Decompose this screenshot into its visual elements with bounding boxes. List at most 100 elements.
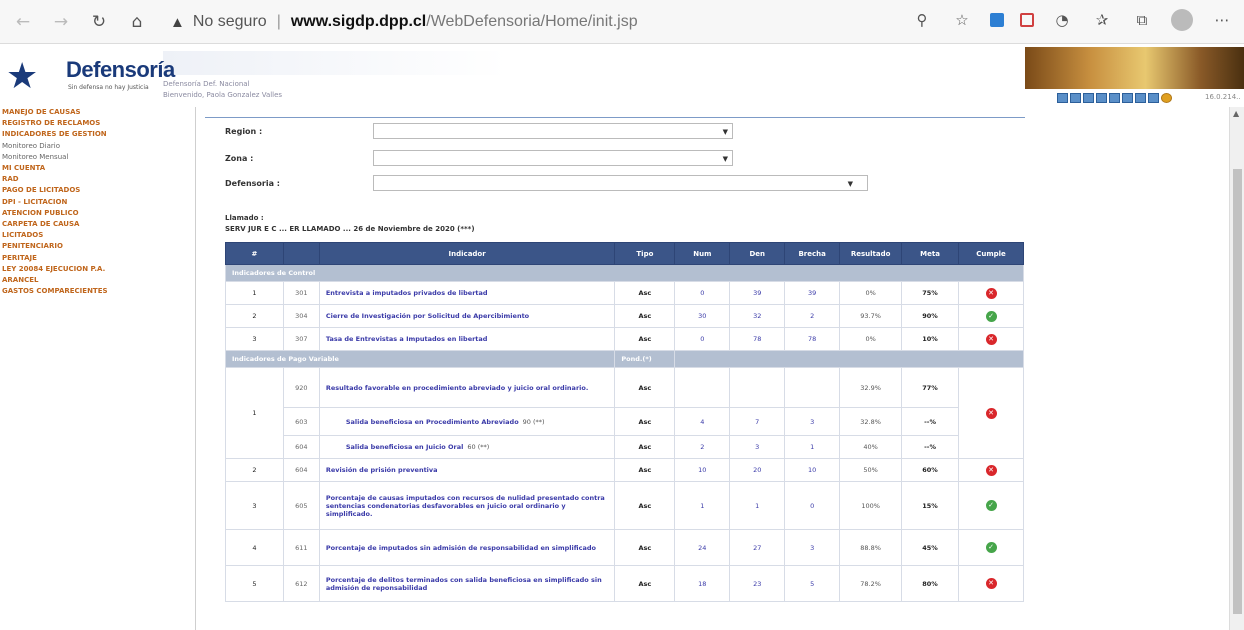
tool-edit-icon[interactable]	[1083, 93, 1094, 103]
den-cell[interactable]: 23	[729, 565, 786, 602]
sidebar-item[interactable]: LEY 20084 EJECUCION P.A.	[0, 264, 192, 275]
scroll-up-icon[interactable]: ▲	[1233, 109, 1239, 118]
den-cell[interactable]: 27	[729, 529, 786, 566]
brecha-cell-text[interactable]: 1	[810, 443, 814, 451]
num-cell[interactable]: 18	[674, 565, 731, 602]
favorite-star-icon[interactable]: ☆	[950, 8, 974, 32]
brecha-cell-text[interactable]: 3	[810, 418, 814, 426]
tool-user-icon[interactable]	[1135, 93, 1146, 103]
sidebar-item[interactable]: Monitoreo Mensual	[0, 152, 192, 163]
defensoria-logo[interactable]: ★ Defensoría Sin defensa no hay Justicia	[4, 51, 175, 101]
num-cell-text[interactable]: 24	[698, 544, 706, 552]
den-cell-text[interactable]: 23	[753, 580, 761, 588]
num-cell[interactable]: 0	[674, 281, 731, 305]
num-cell[interactable]: 10	[674, 458, 731, 482]
den-cell[interactable]: 32	[729, 304, 786, 328]
num-cell-text[interactable]: 10	[698, 466, 706, 474]
indicator-name-text[interactable]: Revisión de prisión preventiva	[326, 466, 438, 474]
tool-home-icon[interactable]	[1057, 93, 1068, 103]
brecha-cell[interactable]: 3	[784, 529, 841, 566]
refresh-icon[interactable]: ↻	[84, 7, 114, 37]
brecha-cell-text[interactable]: 10	[808, 466, 816, 474]
zoom-icon[interactable]: ⚲	[910, 8, 934, 32]
num-cell[interactable]: 30	[674, 304, 731, 328]
indicator-name[interactable]: Porcentaje de causas imputados con recur…	[318, 481, 616, 530]
page-scrollbar[interactable]: ▲	[1229, 107, 1244, 630]
tool-mail-icon[interactable]	[1122, 93, 1133, 103]
indicator-name[interactable]: Entrevista a imputados privados de liber…	[318, 281, 616, 305]
security-label[interactable]: No seguro	[193, 13, 267, 31]
indicator-name[interactable]: Porcentaje de delitos terminados con sal…	[318, 565, 616, 602]
brecha-cell-text[interactable]: 78	[808, 335, 816, 343]
defensoria-select[interactable]: ▼	[373, 175, 868, 191]
den-cell-text[interactable]: 3	[755, 443, 759, 451]
sidebar-item[interactable]: Monitoreo Diario	[0, 141, 192, 152]
zona-select[interactable]: ▼	[373, 150, 733, 166]
sidebar-item[interactable]: RAD	[0, 174, 192, 185]
indicator-name[interactable]: Resultado favorable en procedimiento abr…	[318, 367, 616, 408]
indicator-name-text[interactable]: Tasa de Entrevistas a Imputados en liber…	[326, 335, 488, 343]
back-icon[interactable]: ←	[8, 7, 38, 37]
num-cell-text[interactable]: 30	[698, 312, 706, 320]
tool-logout-icon[interactable]	[1148, 93, 1159, 103]
tool-browser-icon[interactable]	[1161, 93, 1172, 103]
indicator-name-text[interactable]: Entrevista a imputados privados de liber…	[326, 289, 488, 297]
brecha-cell-text[interactable]: 39	[808, 289, 816, 297]
indicator-name-text[interactable]: Resultado favorable en procedimiento abr…	[326, 384, 588, 392]
den-cell[interactable]: 20	[729, 458, 786, 482]
num-cell[interactable]: 0	[674, 327, 731, 351]
sidebar-item[interactable]: PAGO DE LICITADOS	[0, 185, 192, 196]
avatar[interactable]	[1171, 9, 1193, 31]
den-cell-text[interactable]: 39	[753, 289, 761, 297]
tool-info-icon[interactable]	[1109, 93, 1120, 103]
tool-print-icon[interactable]	[1070, 93, 1081, 103]
address-bar[interactable]: ▲ No seguro | www.sigdp.dpp.cl /WebDefen…	[170, 8, 860, 36]
sidebar-item[interactable]: CARPETA DE CAUSA	[0, 219, 192, 230]
sidebar-item[interactable]: ATENCION PUBLICO	[0, 208, 192, 219]
sidebar-item[interactable]: PENITENCIARIO	[0, 241, 192, 252]
sidebar-item[interactable]: GASTOS COMPARECIENTES	[0, 286, 192, 297]
indicator-name-text[interactable]: Porcentaje de causas imputados con recur…	[326, 494, 605, 518]
tool-help-icon[interactable]	[1096, 93, 1107, 103]
brecha-cell[interactable]: 5	[784, 565, 841, 602]
sidebar-item[interactable]: LICITADOS	[0, 230, 192, 241]
sub-indicator-name[interactable]: Salida beneficiosa en Procedimiento Abre…	[346, 418, 519, 426]
extension-circle-icon[interactable]: ◔	[1050, 8, 1074, 32]
sidebar-item[interactable]: ARANCEL	[0, 275, 192, 286]
den-cell[interactable]: 1	[729, 481, 786, 530]
sub-indicator-name[interactable]: Salida beneficiosa en Juicio Oral	[346, 443, 464, 451]
num-cell-text[interactable]: 2	[700, 443, 704, 451]
more-options-icon[interactable]: ⋯	[1210, 8, 1234, 32]
den-cell-text[interactable]: 1	[755, 502, 759, 510]
den-cell-text[interactable]: 27	[753, 544, 761, 552]
den-cell-text[interactable]: 32	[753, 312, 761, 320]
profile-icon[interactable]	[1170, 8, 1194, 32]
indicator-name[interactable]: Cierre de Investigación por Solicitud de…	[318, 304, 616, 328]
num-cell-text[interactable]: 0	[700, 335, 704, 343]
den-cell[interactable]: 7	[729, 407, 786, 436]
brecha-cell-text[interactable]: 3	[810, 544, 814, 552]
indicator-name-text[interactable]: Cierre de Investigación por Solicitud de…	[326, 312, 529, 320]
extension-red-icon[interactable]	[1020, 13, 1034, 27]
indicator-name[interactable]: Tasa de Entrevistas a Imputados en liber…	[318, 327, 616, 351]
brecha-cell-text[interactable]: 5	[810, 580, 814, 588]
indicator-name-text[interactable]: Porcentaje de delitos terminados con sal…	[326, 576, 602, 592]
sidebar-item[interactable]: REGISTRO DE RECLAMOS	[0, 118, 192, 129]
den-cell-text[interactable]: 7	[755, 418, 759, 426]
num-cell-text[interactable]: 4	[700, 418, 704, 426]
brecha-cell[interactable]: 10	[784, 458, 841, 482]
indicator-name-text[interactable]: Porcentaje de imputados sin admisión de …	[326, 544, 596, 552]
region-select[interactable]: ▼	[373, 123, 733, 139]
num-cell[interactable]: 4	[674, 407, 731, 436]
num-cell[interactable]: 24	[674, 529, 731, 566]
indicator-name[interactable]: Salida beneficiosa en Procedimiento Abre…	[318, 407, 616, 436]
home-icon[interactable]: ⌂	[122, 7, 152, 37]
sidebar-item[interactable]: MI CUENTA	[0, 163, 192, 174]
den-cell[interactable]: 78	[729, 327, 786, 351]
num-cell-text[interactable]: 1	[700, 502, 704, 510]
sidebar-item[interactable]: DPI - LICITACION	[0, 197, 192, 208]
forward-icon[interactable]: →	[46, 7, 76, 37]
num-cell[interactable]: 2	[674, 435, 731, 459]
extension-icon[interactable]	[990, 13, 1004, 27]
brecha-cell-text[interactable]: 0	[810, 502, 814, 510]
